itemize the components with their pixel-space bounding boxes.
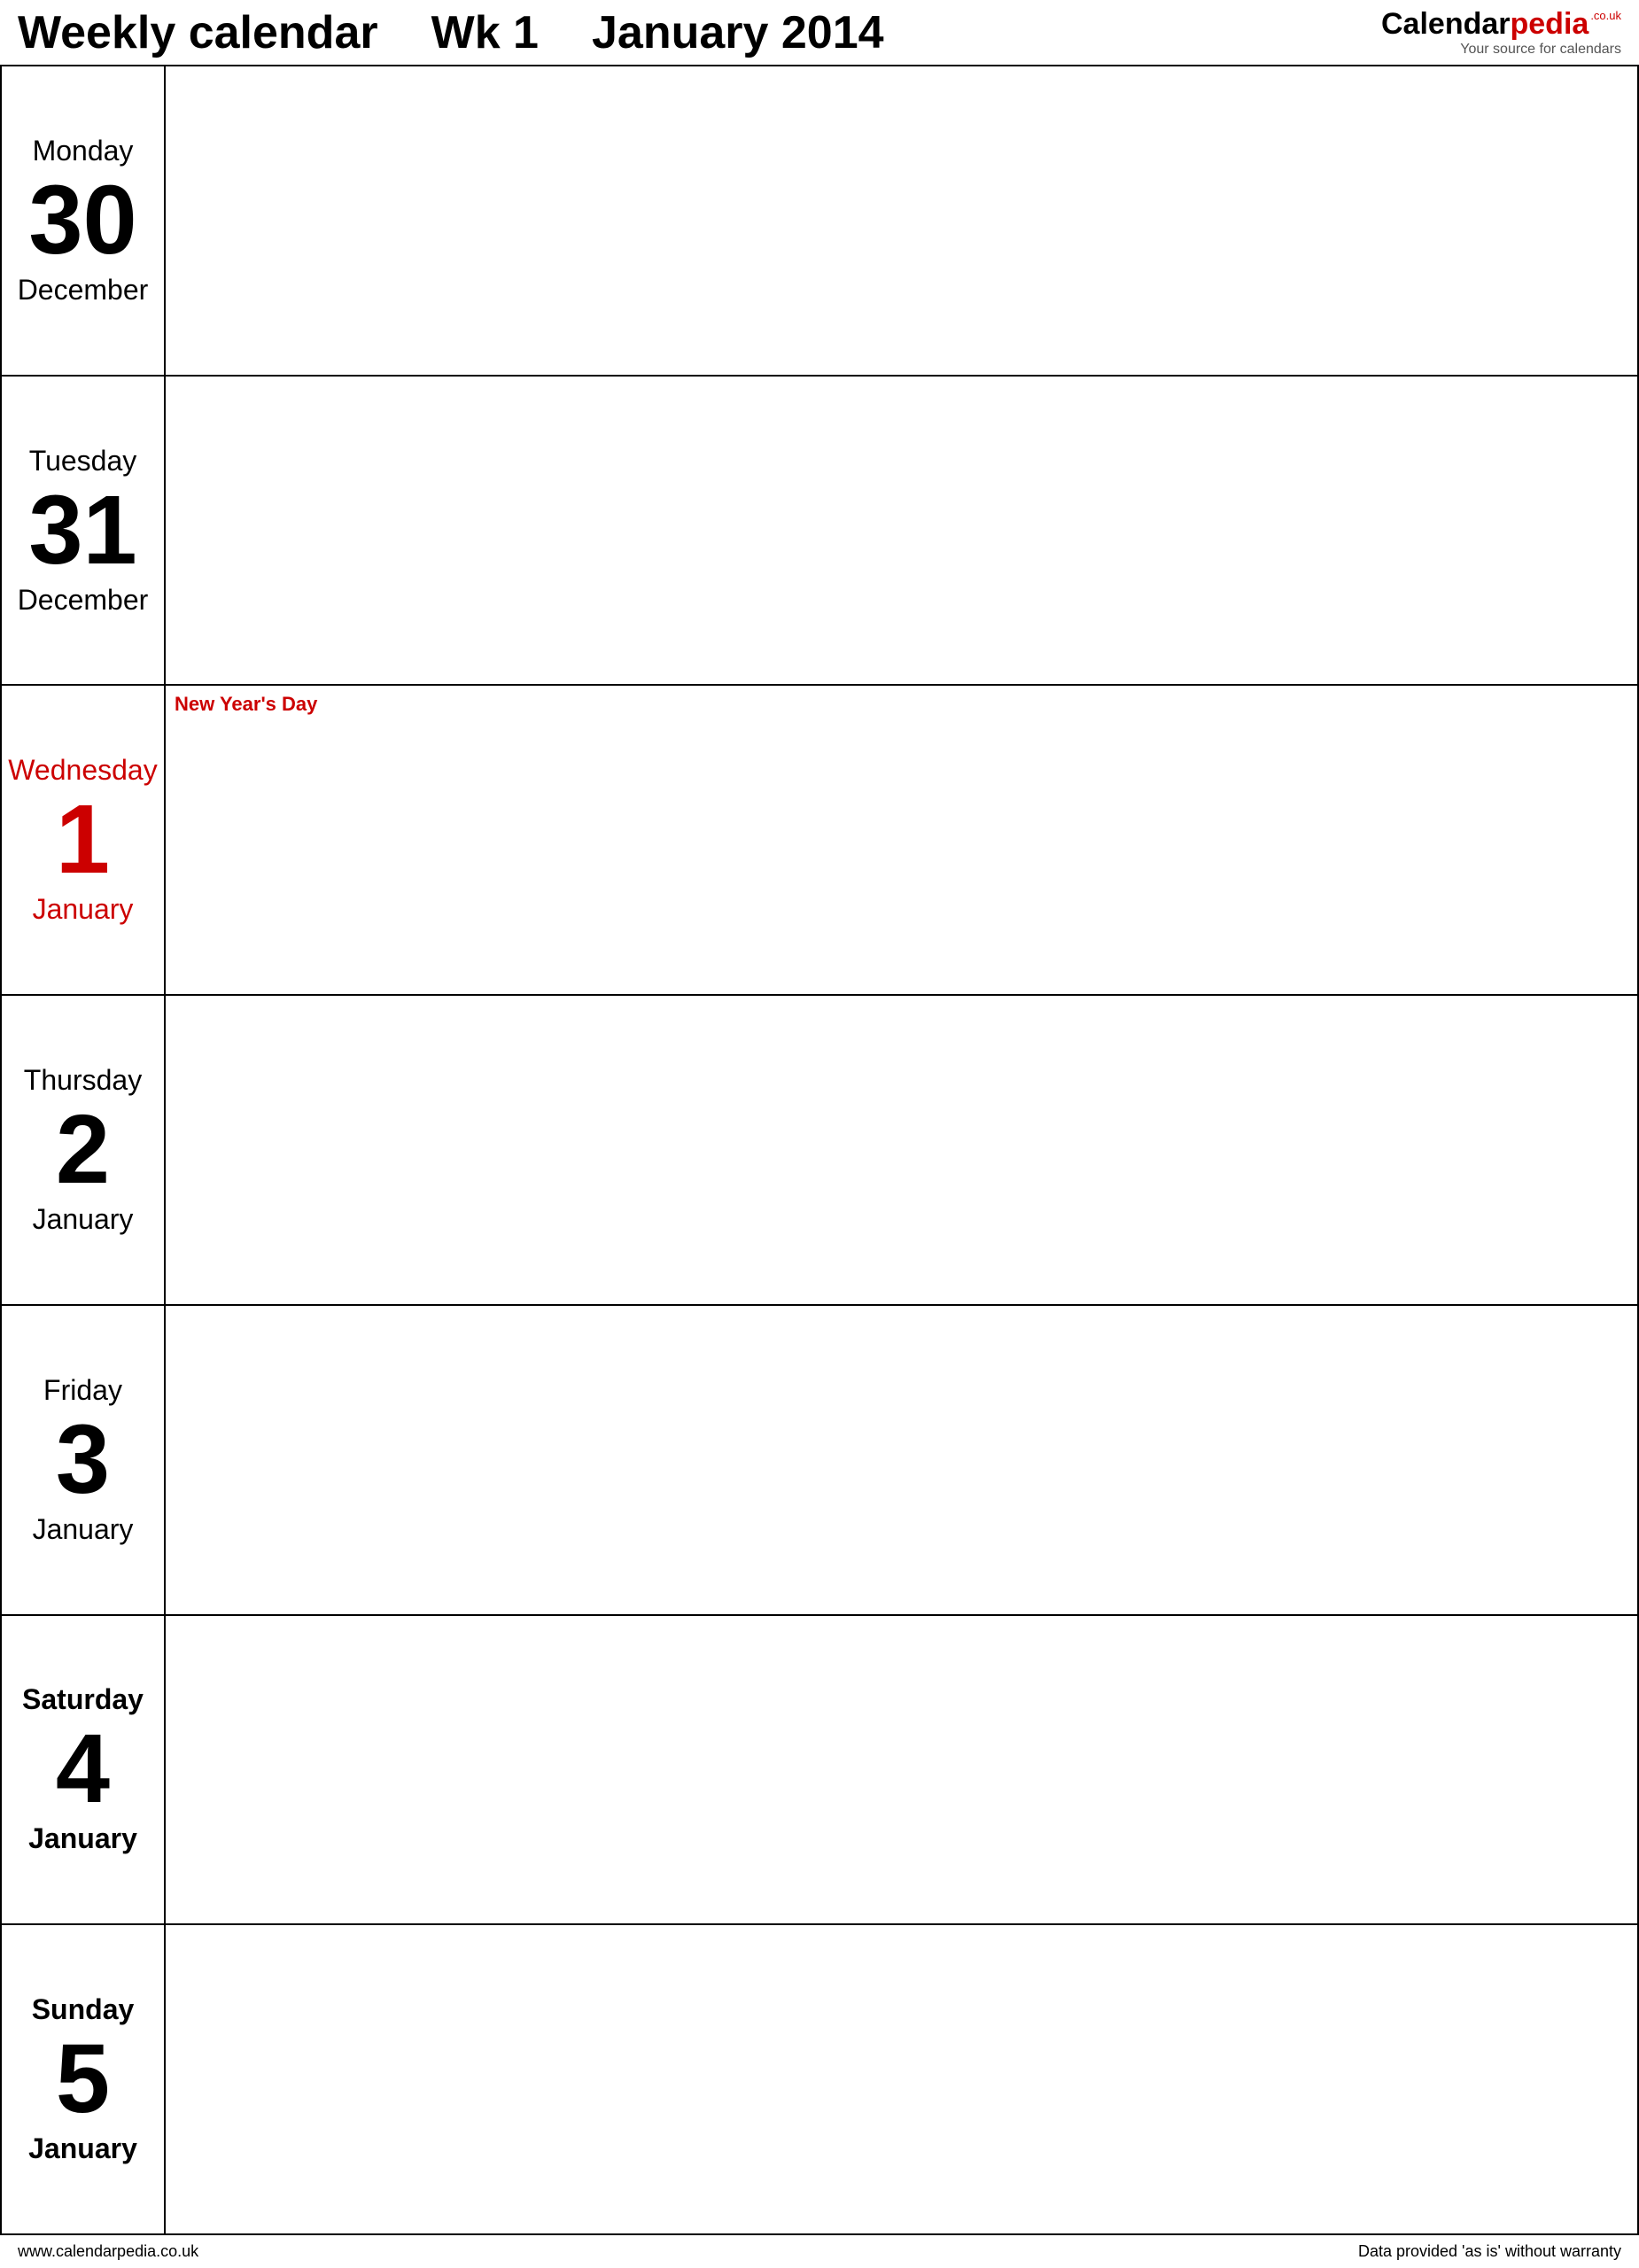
day-month: December (18, 584, 149, 617)
day-content-friday[interactable] (166, 1306, 1637, 1614)
header-title: Weekly calendar (18, 6, 378, 59)
day-label-wednesday: Wednesday 1 January (2, 686, 166, 994)
day-content-wednesday[interactable]: New Year's Day (166, 686, 1637, 994)
day-name: Monday (33, 135, 134, 167)
day-row-monday: Monday 30 December (2, 66, 1637, 377)
day-number: 3 (56, 1411, 110, 1509)
day-label-monday: Monday 30 December (2, 66, 166, 375)
day-content-tuesday[interactable] (166, 377, 1637, 685)
footer-disclaimer: Data provided 'as is' without warranty (1358, 2242, 1621, 2261)
day-row-tuesday: Tuesday 31 December (2, 377, 1637, 687)
day-name: Saturday (22, 1683, 144, 1716)
header-week: Wk 1 (431, 6, 539, 59)
day-name: Friday (43, 1374, 122, 1407)
day-month: January (33, 1203, 134, 1236)
day-label-friday: Friday 3 January (2, 1306, 166, 1614)
day-month: January (28, 1822, 137, 1855)
day-name: Thursday (24, 1064, 142, 1097)
day-content-thursday[interactable] (166, 996, 1637, 1304)
logo-part2: pedia (1511, 7, 1589, 42)
day-label-thursday: Thursday 2 January (2, 996, 166, 1304)
day-number: 1 (56, 791, 110, 889)
day-number: 31 (28, 482, 136, 579)
calendar-body: Monday30DecemberTuesday31DecemberWednesd… (0, 66, 1639, 2234)
day-content-saturday[interactable] (166, 1616, 1637, 1924)
day-name: Wednesday (8, 754, 157, 787)
day-number: 30 (28, 172, 136, 269)
logo-part1: Calendar (1381, 7, 1511, 42)
logo: Calendarpedia.co.uk Your source for cale… (1381, 7, 1621, 58)
logo-tagline: Your source for calendars (1460, 42, 1621, 58)
day-row-friday: Friday 3 January (2, 1306, 1637, 1616)
day-month: January (33, 893, 134, 926)
day-content-monday[interactable] (166, 66, 1637, 375)
day-month: December (18, 274, 149, 307)
header-month-year: January 2014 (592, 6, 884, 59)
day-number: 2 (56, 1101, 110, 1199)
day-month: January (28, 2132, 137, 2165)
day-content-sunday[interactable] (166, 1925, 1637, 2233)
day-label-sunday: Sunday 5 January (2, 1925, 166, 2233)
footer-url: www.calendarpedia.co.uk (18, 2242, 198, 2261)
day-number: 5 (56, 2031, 110, 2128)
logo-couk: .co.uk (1590, 9, 1621, 22)
day-number: 4 (56, 1720, 110, 1818)
day-name: Sunday (32, 1993, 135, 2026)
day-row-thursday: Thursday 2 January (2, 996, 1637, 1306)
day-row-sunday: Sunday 5 January (2, 1925, 1637, 2234)
day-label-saturday: Saturday 4 January (2, 1616, 166, 1924)
day-name: Tuesday (29, 445, 137, 478)
day-row-wednesday: Wednesday 1 January New Year's Day (2, 686, 1637, 996)
day-label-tuesday: Tuesday 31 December (2, 377, 166, 685)
day-row-saturday: Saturday 4 January (2, 1616, 1637, 1926)
day-month: January (33, 1513, 134, 1546)
header: Weekly calendar Wk 1 January 2014 Calend… (0, 0, 1639, 66)
footer: www.calendarpedia.co.uk Data provided 'a… (0, 2234, 1639, 2268)
holiday-label: New Year's Day (175, 693, 317, 716)
